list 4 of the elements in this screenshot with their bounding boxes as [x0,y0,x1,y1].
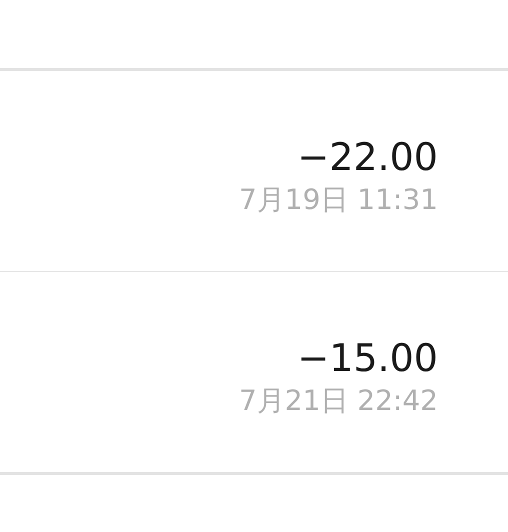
transaction-amount: −22.00 [297,138,438,176]
transaction-time: 7月21日 22:42 [238,387,438,415]
transaction-time: 7月19日 11:31 [238,186,438,214]
transaction-amount: −15.00 [297,339,438,377]
